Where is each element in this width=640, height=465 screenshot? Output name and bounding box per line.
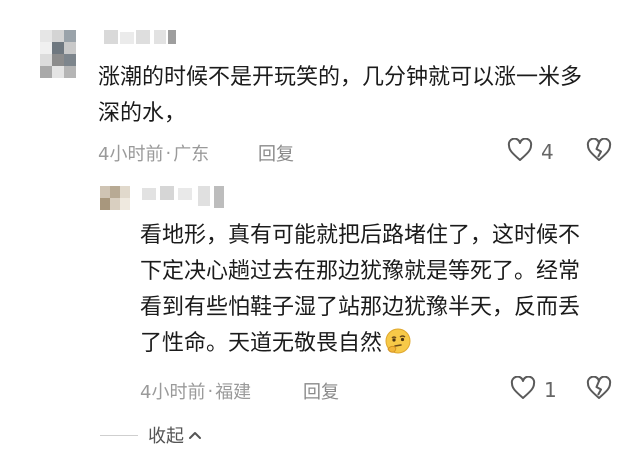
like-button-1[interactable]: 4 xyxy=(507,137,554,166)
meta-separator: · xyxy=(165,142,172,164)
comment-meta-1: 4小时前 · 广东 xyxy=(98,140,209,166)
comment-text-2-body: 看地形，真有可能就把后路堵住了，这时候不 下定决心趟过去在那边犹豫就是等死了。经… xyxy=(140,223,581,356)
comment-text-2: 看地形，真有可能就把后路堵住了，这时候不 下定决心趟过去在那边犹豫就是等死了。经… xyxy=(140,218,630,362)
username-1[interactable] xyxy=(104,30,182,44)
broken-heart-icon xyxy=(586,375,612,404)
like-count-1: 4 xyxy=(541,140,554,164)
broken-heart-icon xyxy=(586,137,612,166)
username-2[interactable] xyxy=(142,186,226,208)
like-count-2: 1 xyxy=(544,378,557,402)
user-avatar-2[interactable] xyxy=(100,186,130,210)
dislike-button-1[interactable] xyxy=(586,137,612,166)
heart-outline-icon xyxy=(507,137,533,166)
reply-button-1[interactable]: 回复 xyxy=(258,140,294,166)
user-avatar-1[interactable] xyxy=(40,30,76,86)
chevron-up-icon xyxy=(188,430,202,440)
comment-time-2: 4小时前 xyxy=(140,382,206,403)
collapse-divider xyxy=(100,434,138,436)
reply-button-2[interactable]: 回复 xyxy=(303,378,339,404)
comment-location-1: 广东 xyxy=(173,144,210,165)
comment-meta-2: 4小时前 · 福建 xyxy=(140,378,251,404)
meta-separator: · xyxy=(207,380,214,402)
like-button-2[interactable]: 1 xyxy=(510,375,557,404)
comment-location-2: 福建 xyxy=(215,382,252,403)
collapse-label: 收起 xyxy=(148,426,184,447)
dislike-button-2[interactable] xyxy=(586,375,612,404)
comment-time-1: 4小时前 xyxy=(98,144,164,165)
comment-text-1: 涨潮的时候不是开玩笑的，几分钟就可以涨一米多 深的水， xyxy=(98,65,583,126)
collapse-replies-button[interactable]: 收起 xyxy=(100,422,202,448)
heart-outline-icon xyxy=(510,375,536,404)
thinking-face-emoji-icon xyxy=(384,327,412,355)
